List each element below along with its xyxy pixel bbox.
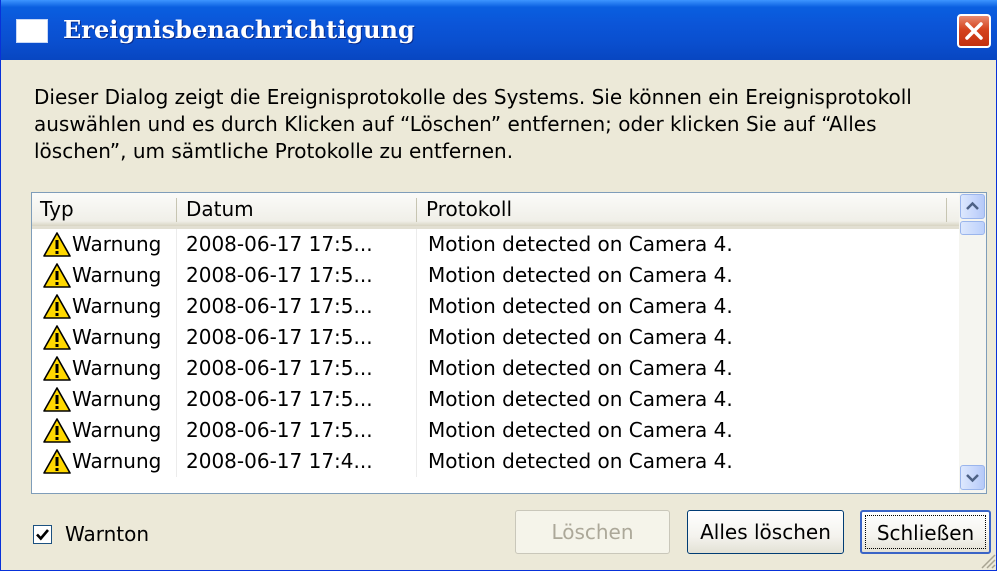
row-log: Motion detected on Camera 4.	[428, 263, 733, 287]
row-type: Warnung	[72, 232, 162, 256]
row-divider	[176, 322, 177, 353]
row-date: 2008-06-17 17:5...	[186, 325, 373, 349]
row-divider	[416, 446, 417, 477]
row-divider	[176, 260, 177, 291]
list-header: Typ Datum Protokoll	[32, 193, 959, 229]
delete-all-button[interactable]: Alles löschen	[687, 510, 844, 554]
row-divider	[416, 291, 417, 322]
row-log: Motion detected on Camera 4.	[428, 356, 733, 380]
row-divider	[176, 446, 177, 477]
warning-sound-checkbox[interactable]	[33, 525, 52, 544]
row-divider	[416, 322, 417, 353]
row-divider	[416, 353, 417, 384]
row-log: Motion detected on Camera 4.	[428, 294, 733, 318]
resize-grip-icon[interactable]	[976, 549, 996, 569]
row-divider	[176, 229, 177, 260]
row-date: 2008-06-17 17:4...	[186, 449, 373, 473]
warning-icon	[43, 387, 71, 412]
close-window-button[interactable]	[957, 14, 991, 48]
row-divider	[176, 415, 177, 446]
warning-icon	[43, 325, 71, 350]
row-date: 2008-06-17 17:5...	[186, 418, 373, 442]
row-date: 2008-06-17 17:5...	[186, 294, 373, 318]
warning-icon	[43, 232, 71, 257]
row-log: Motion detected on Camera 4.	[428, 387, 733, 411]
row-log: Motion detected on Camera 4.	[428, 418, 733, 442]
warning-icon	[43, 294, 71, 319]
dialog-description: Dieser Dialog zeigt die Ereignisprotokol…	[34, 85, 912, 163]
table-row[interactable]: Warnung 2008-06-17 17:4... Motion detect…	[32, 446, 959, 477]
scroll-thumb[interactable]	[960, 221, 985, 235]
row-log: Motion detected on Camera 4.	[428, 232, 733, 256]
table-row[interactable]: Warnung 2008-06-17 17:5... Motion detect…	[32, 384, 959, 415]
column-header-type[interactable]: Typ	[32, 193, 176, 226]
window-title: Ereignisbenachrichtigung	[63, 15, 415, 44]
scroll-down-button[interactable]	[960, 465, 985, 490]
row-log: Motion detected on Camera 4.	[428, 325, 733, 349]
column-header-log[interactable]: Protokoll	[418, 193, 946, 226]
row-type: Warnung	[72, 418, 162, 442]
row-divider	[176, 291, 177, 322]
vertical-scrollbar[interactable]	[959, 193, 986, 493]
row-type: Warnung	[72, 294, 162, 318]
column-divider[interactable]	[946, 198, 947, 222]
warning-icon	[43, 418, 71, 443]
column-header-date[interactable]: Datum	[178, 193, 416, 226]
row-date: 2008-06-17 17:5...	[186, 387, 373, 411]
row-divider	[416, 415, 417, 446]
row-divider	[416, 384, 417, 415]
column-divider[interactable]	[416, 198, 417, 222]
close-icon	[965, 22, 983, 40]
warning-sound-label[interactable]: Warnton	[65, 521, 149, 548]
chevron-up-icon	[966, 201, 979, 210]
table-row[interactable]: Warnung 2008-06-17 17:5... Motion detect…	[32, 260, 959, 291]
warning-icon	[43, 263, 71, 288]
table-row[interactable]: Warnung 2008-06-17 17:5... Motion detect…	[32, 353, 959, 384]
row-date: 2008-06-17 17:5...	[186, 356, 373, 380]
title-bar[interactable]: Ereignisbenachrichtigung	[1, 0, 997, 60]
focus-rectangle	[865, 515, 986, 549]
row-type: Warnung	[72, 263, 162, 287]
row-divider	[416, 260, 417, 291]
table-row[interactable]: Warnung 2008-06-17 17:5... Motion detect…	[32, 291, 959, 322]
table-row[interactable]: Warnung 2008-06-17 17:5... Motion detect…	[32, 415, 959, 446]
close-button[interactable]: Schließen	[860, 510, 991, 554]
column-divider[interactable]	[176, 198, 177, 222]
window-icon	[16, 19, 48, 43]
chevron-down-icon	[966, 474, 979, 483]
row-date: 2008-06-17 17:5...	[186, 263, 373, 287]
delete-button[interactable]: Löschen	[515, 510, 670, 554]
scroll-up-button[interactable]	[960, 194, 985, 219]
row-log: Motion detected on Camera 4.	[428, 449, 733, 473]
row-type: Warnung	[72, 449, 162, 473]
warning-icon	[43, 356, 71, 381]
row-divider	[416, 229, 417, 260]
row-type: Warnung	[72, 387, 162, 411]
event-notification-dialog: Ereignisbenachrichtigung Dieser Dialog z…	[0, 0, 997, 571]
table-row[interactable]: Warnung 2008-06-17 17:5... Motion detect…	[32, 229, 959, 260]
row-divider	[176, 384, 177, 415]
event-log-list[interactable]: Typ Datum Protokoll Warnung 2008-06-17 1…	[31, 192, 987, 494]
row-type: Warnung	[72, 356, 162, 380]
row-date: 2008-06-17 17:5...	[186, 232, 373, 256]
checkmark-icon	[36, 529, 49, 541]
warning-icon	[43, 449, 71, 474]
row-type: Warnung	[72, 325, 162, 349]
table-row[interactable]: Warnung 2008-06-17 17:5... Motion detect…	[32, 322, 959, 353]
row-divider	[176, 353, 177, 384]
